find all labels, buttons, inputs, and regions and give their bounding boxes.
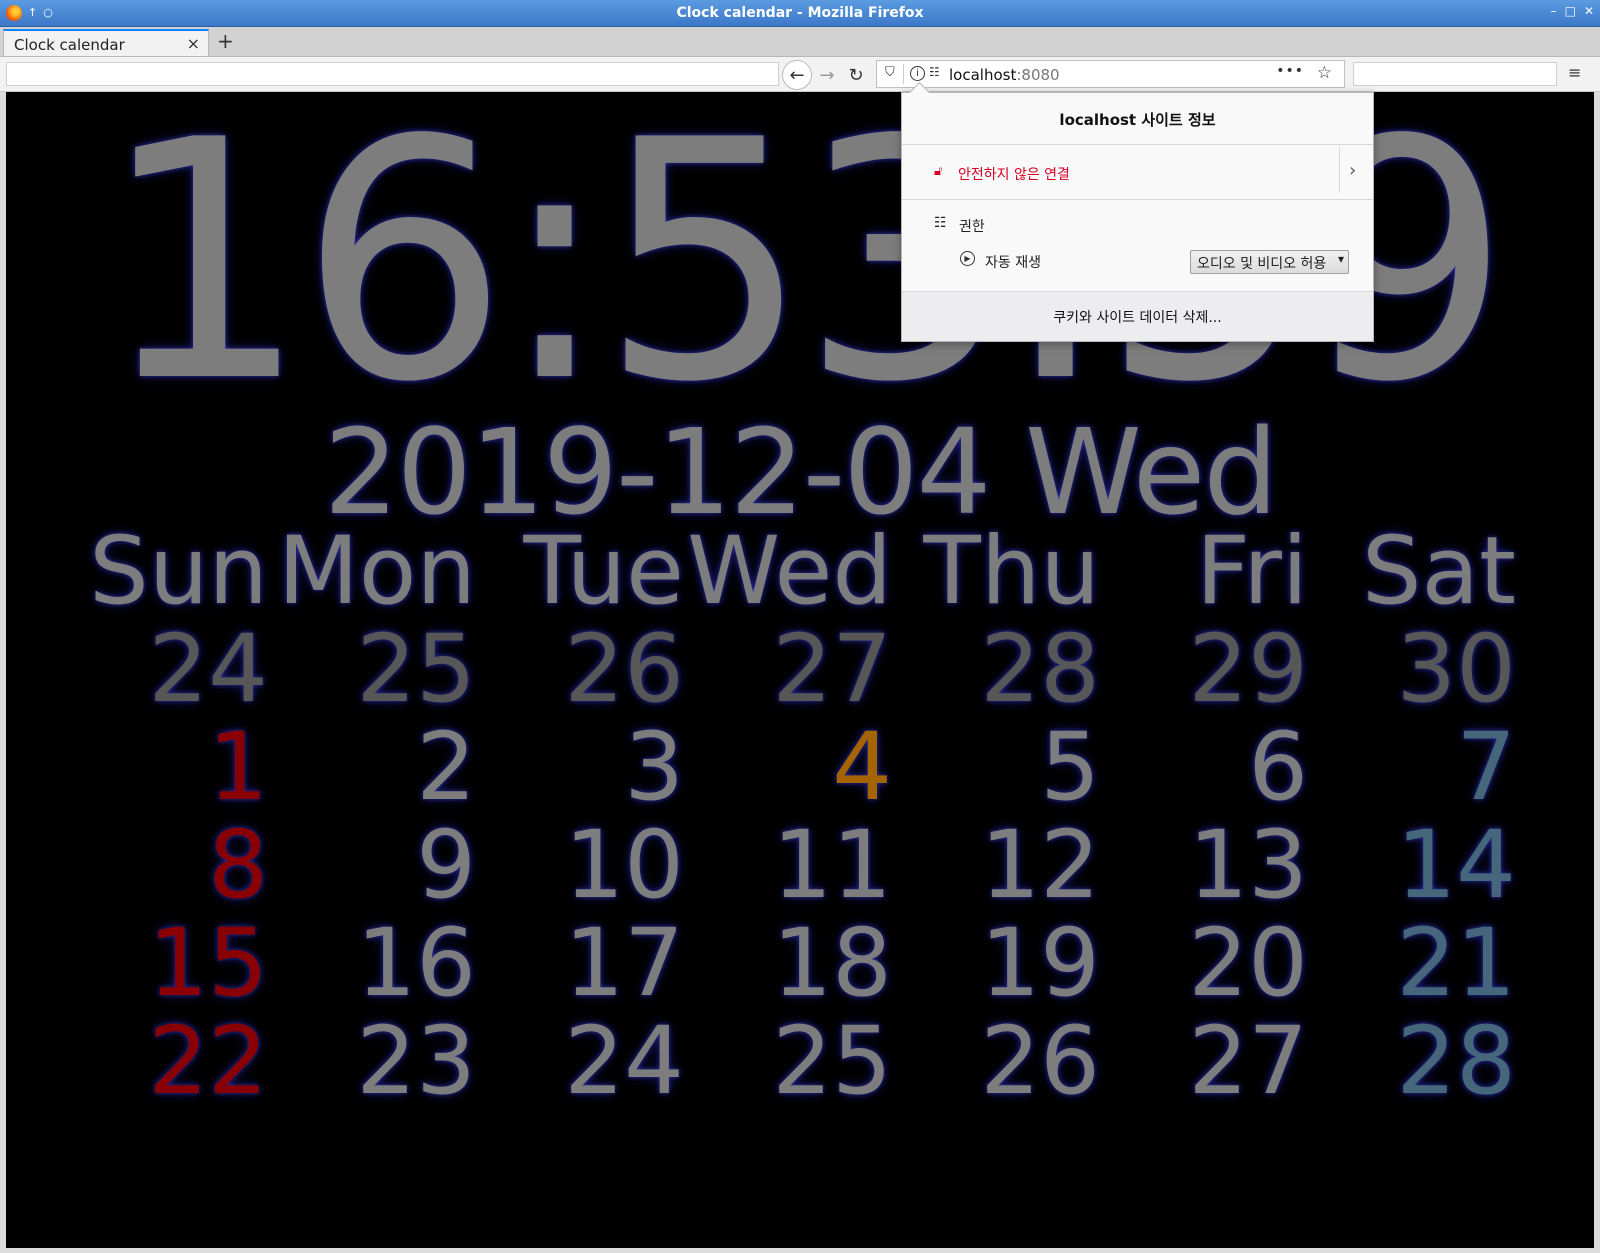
calendar-day: 22	[148, 1007, 268, 1116]
insecure-lock-icon: 🔓︎	[934, 164, 943, 179]
back-button[interactable]: ←	[782, 60, 812, 90]
site-info-popup: localhost 사이트 정보 🔓︎ 안전하지 않은 연결 › ☷ 권한 ▶ …	[901, 81, 1374, 342]
calendar-day: 14	[1396, 811, 1516, 920]
autoplay-select[interactable]: 오디오 및 비디오 허용 ▾	[1190, 250, 1349, 274]
calendar-day: 13	[1188, 811, 1308, 920]
calendar-day: 29	[1188, 615, 1308, 724]
calendar-day: 3	[624, 713, 684, 822]
autoplay-select-value: 오디오 및 비디오 허용	[1197, 256, 1327, 272]
calendar-day: 5	[1040, 713, 1100, 822]
calendar-day: 12	[980, 811, 1100, 920]
url-host: localhost	[949, 66, 1017, 84]
calendar-day: 24	[564, 1007, 684, 1116]
popup-title: localhost 사이트 정보	[1059, 111, 1216, 129]
calendar-day: 17	[564, 909, 684, 1018]
calendar-day: 6	[1248, 713, 1308, 822]
calendar-day: 1	[208, 713, 268, 822]
divider	[1339, 147, 1340, 193]
calendar-day: 25	[772, 1007, 892, 1116]
calendar-day: 26	[980, 1007, 1100, 1116]
chevron-right-icon[interactable]: ›	[1349, 160, 1356, 181]
autoplay-label: 자동 재생	[985, 255, 1041, 271]
calendar-day: 19	[980, 909, 1100, 1018]
weekday-header-sun: Sun	[89, 517, 268, 626]
tab-label: Clock calendar	[14, 36, 125, 54]
permissions-icon[interactable]: ☷	[929, 65, 940, 79]
calendar-day: 28	[1396, 1007, 1516, 1116]
clear-cookies-button[interactable]: 쿠키와 사이트 데이터 삭제...	[902, 307, 1373, 327]
calendar-day: 24	[148, 615, 268, 724]
divider	[902, 144, 1373, 145]
search-field[interactable]	[1353, 62, 1557, 86]
calendar-day: 25	[356, 615, 476, 724]
minimize-icon[interactable]: –	[1551, 4, 1557, 18]
calendar-day: 27	[772, 615, 892, 724]
new-tab-button[interactable]: +	[217, 29, 234, 53]
calendar-day: 9	[416, 811, 476, 920]
calendar-day: 11	[772, 811, 892, 920]
calendar-day: 16	[356, 909, 476, 1018]
calendar-day: 21	[1396, 909, 1516, 1018]
calendar-day: 10	[564, 811, 684, 920]
calendar-day: 2	[416, 713, 476, 822]
calendar-day: 28	[980, 615, 1100, 724]
tab-close-icon[interactable]: ×	[187, 34, 200, 53]
url-port: :8080	[1016, 66, 1060, 84]
weekday-header-wed: Wed	[687, 517, 892, 626]
maximize-icon[interactable]: □	[1565, 4, 1576, 18]
weekday-header-thu: Thu	[923, 517, 1100, 626]
url-text[interactable]: localhost:8080	[949, 66, 1060, 84]
divider	[902, 291, 1373, 292]
window-titlebar: ↑ ○ Clock calendar - Mozilla Firefox – □…	[0, 0, 1600, 27]
weekday-header-sat: Sat	[1361, 517, 1516, 626]
calendar-day: 18	[772, 909, 892, 1018]
calendar-day: 15	[148, 909, 268, 1018]
calendar-day: 8	[208, 811, 268, 920]
autoplay-icon: ▶	[960, 251, 975, 266]
popup-footer: 쿠키와 사이트 데이터 삭제...	[902, 291, 1373, 341]
page-actions-icon[interactable]: •••	[1276, 63, 1304, 79]
calendar-day: 23	[356, 1007, 476, 1116]
window-controls: – □ ✕	[1551, 4, 1594, 18]
calendar-day: 30	[1396, 615, 1516, 724]
weekday-header-mon: Mon	[277, 517, 476, 626]
close-window-icon[interactable]: ✕	[1584, 4, 1594, 18]
permissions-heading: 권한	[959, 219, 985, 235]
nav-toolbar: ← → ↻ ⛉ i ☷ localhost:8080 ••• ☆ ≡	[0, 57, 1600, 92]
connection-status[interactable]: 안전하지 않은 연결	[958, 164, 1070, 184]
toolbar-spacer-field[interactable]	[6, 62, 779, 86]
hamburger-menu-icon[interactable]: ≡	[1568, 63, 1581, 82]
chevron-down-icon: ▾	[1337, 252, 1344, 266]
calendar-day: 20	[1188, 909, 1308, 1018]
reload-button[interactable]: ↻	[842, 61, 870, 89]
tracking-protection-shield-icon[interactable]: ⛉	[885, 65, 895, 80]
window-title: Clock calendar - Mozilla Firefox	[676, 5, 924, 21]
bookmark-star-icon[interactable]: ☆	[1317, 63, 1332, 83]
urlbar-separator	[903, 64, 904, 84]
weekday-header-fri: Fri	[1196, 517, 1308, 626]
divider	[902, 199, 1373, 200]
site-info-icon[interactable]: i	[910, 66, 925, 81]
tab-strip: Clock calendar × +	[0, 27, 1600, 57]
weekday-header-tue: Tue	[523, 517, 684, 626]
calendar-day: 7	[1456, 713, 1516, 822]
url-bar[interactable]: ⛉ i ☷ localhost:8080 ••• ☆	[876, 60, 1345, 88]
permissions-icon: ☷	[934, 215, 947, 231]
calendar-day: 27	[1188, 1007, 1308, 1116]
tab-clock-calendar[interactable]: Clock calendar ×	[3, 29, 209, 56]
calendar-day: 26	[564, 615, 684, 724]
forward-button[interactable]: →	[813, 61, 841, 89]
calendar-day: 4	[832, 713, 892, 822]
